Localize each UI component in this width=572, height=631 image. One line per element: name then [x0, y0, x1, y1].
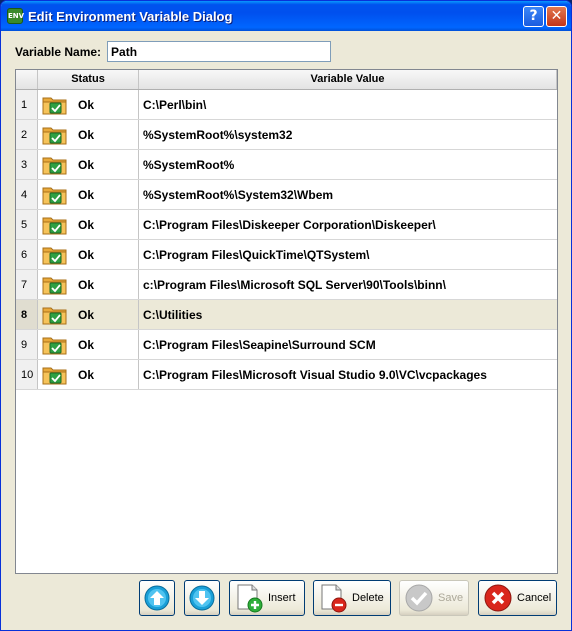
status-cell[interactable]: Ok	[38, 120, 139, 149]
folder-ok-icon	[42, 277, 67, 294]
title-bar[interactable]: ENV Edit Environment Variable Dialog ? ✕	[1, 1, 571, 31]
status-text: Ok	[78, 247, 95, 262]
variable-value-cell[interactable]: %SystemRoot%	[139, 150, 557, 179]
row-index[interactable]: 4	[16, 180, 38, 209]
row-index[interactable]: 1	[16, 90, 38, 119]
status-cell[interactable]: Ok	[38, 330, 139, 359]
row-index[interactable]: 8	[16, 300, 38, 329]
row-index[interactable]: 10	[16, 360, 38, 389]
delete-label: Delete	[352, 592, 384, 604]
variable-value-cell[interactable]: C:\Perl\bin\	[139, 90, 557, 119]
table-row[interactable]: 4 Ok %SystemRoot%\System32\Wbem	[16, 180, 557, 210]
close-button[interactable]: ✕	[546, 6, 567, 27]
folder-ok-icon	[42, 187, 67, 204]
table-row[interactable]: 10 Ok C:\Program Files\Microsoft Visual St…	[16, 360, 557, 390]
title-buttons: ? ✕	[523, 6, 567, 27]
status-text: Ok	[78, 187, 95, 202]
variable-value-cell[interactable]: C:\Program Files\QuickTime\QTSystem\	[139, 240, 557, 269]
window-title: Edit Environment Variable Dialog	[28, 8, 233, 24]
row-index[interactable]: 9	[16, 330, 38, 359]
status-cell[interactable]: Ok	[38, 360, 139, 389]
save-check-icon	[405, 584, 433, 612]
status-cell[interactable]: Ok	[38, 90, 139, 119]
header-index	[16, 70, 38, 89]
variable-value-cell[interactable]: C:\Program Files\Diskeeper Corporation\D…	[139, 210, 557, 239]
variable-value-cell[interactable]: %SystemRoot%\System32\Wbem	[139, 180, 557, 209]
folder-ok-icon	[42, 157, 67, 174]
row-index[interactable]: 3	[16, 150, 38, 179]
table-row[interactable]: 9 Ok C:\Program Files\Seapine\Surround SCM	[16, 330, 557, 360]
insert-button[interactable]: Insert	[229, 580, 305, 616]
folder-ok-icon	[42, 127, 67, 144]
env-app-icon: ENV	[7, 8, 24, 24]
save-button[interactable]: Save	[399, 580, 469, 616]
table-row[interactable]: 6 Ok C:\Program Files\QuickTime\QTSystem\	[16, 240, 557, 270]
status-text: Ok	[78, 307, 95, 322]
cancel-label: Cancel	[517, 592, 552, 604]
status-text: Ok	[78, 217, 95, 232]
table-row[interactable]: 2 Ok %SystemRoot%\system32	[16, 120, 557, 150]
folder-ok-icon	[42, 247, 67, 264]
header-variable-value[interactable]: Variable Value	[139, 70, 557, 89]
status-text: Ok	[78, 157, 95, 172]
table-row[interactable]: 8 Ok C:\Utilities	[16, 300, 557, 330]
move-up-button[interactable]	[139, 580, 175, 616]
status-text: Ok	[78, 127, 95, 142]
row-index[interactable]: 7	[16, 270, 38, 299]
grid-body: 1 Ok C:\Perl\bin\ 2 Ok %SystemRoot%\system32 3…	[16, 90, 557, 390]
status-text: Ok	[78, 97, 95, 112]
delete-page-icon	[321, 584, 347, 613]
variable-value-cell[interactable]: %SystemRoot%\system32	[139, 120, 557, 149]
status-cell[interactable]: Ok	[38, 210, 139, 239]
status-text: Ok	[78, 277, 95, 292]
status-cell[interactable]: Ok	[38, 150, 139, 179]
row-index[interactable]: 2	[16, 120, 38, 149]
help-button[interactable]: ?	[523, 6, 544, 27]
variable-name-row: Variable Name:	[15, 41, 332, 62]
status-text: Ok	[78, 337, 95, 352]
table-row[interactable]: 1 Ok C:\Perl\bin\	[16, 90, 557, 120]
folder-ok-icon	[42, 337, 67, 354]
status-cell[interactable]: Ok	[38, 270, 139, 299]
variable-name-label: Variable Name:	[15, 44, 102, 59]
status-cell[interactable]: Ok	[38, 300, 139, 329]
variable-value-cell[interactable]: c:\Program Files\Microsoft SQL Server\90…	[139, 270, 557, 299]
folder-ok-icon	[42, 217, 67, 234]
row-index[interactable]: 5	[16, 210, 38, 239]
delete-button[interactable]: Delete	[313, 580, 391, 616]
variable-value-cell[interactable]: C:\Utilities	[139, 300, 557, 329]
insert-page-icon	[237, 584, 263, 613]
variable-value-cell[interactable]: C:\Program Files\Seapine\Surround SCM	[139, 330, 557, 359]
move-down-button[interactable]	[184, 580, 220, 616]
variable-name-input[interactable]	[107, 41, 332, 62]
status-text: Ok	[78, 367, 95, 382]
cancel-button[interactable]: Cancel	[478, 580, 557, 616]
dialog-window: ENV Edit Environment Variable Dialog ? ✕…	[0, 0, 572, 631]
cancel-x-icon	[484, 584, 512, 612]
header-status[interactable]: Status	[38, 70, 139, 89]
grid-header: Status Variable Value	[16, 70, 557, 90]
arrow-down-icon	[189, 585, 215, 611]
status-cell[interactable]: Ok	[38, 240, 139, 269]
table-row[interactable]: 7 Ok c:\Program Files\Microsoft SQL Server…	[16, 270, 557, 300]
table-row[interactable]: 3 Ok %SystemRoot%	[16, 150, 557, 180]
button-bar: Insert Delete Save Cancel	[1, 580, 571, 620]
folder-ok-icon	[42, 307, 67, 324]
arrow-up-icon	[144, 585, 170, 611]
folder-ok-icon	[42, 97, 67, 114]
table-row[interactable]: 5 Ok C:\Program Files\Diskeeper Corporatio…	[16, 210, 557, 240]
status-cell[interactable]: Ok	[38, 180, 139, 209]
row-index[interactable]: 6	[16, 240, 38, 269]
variable-value-cell[interactable]: C:\Program Files\Microsoft Visual Studio…	[139, 360, 557, 389]
variable-values-grid: Status Variable Value 1 Ok C:\Perl\bin\ 2 Ok…	[15, 69, 558, 574]
folder-ok-icon	[42, 367, 67, 384]
insert-label: Insert	[268, 592, 296, 604]
save-label: Save	[438, 592, 464, 604]
